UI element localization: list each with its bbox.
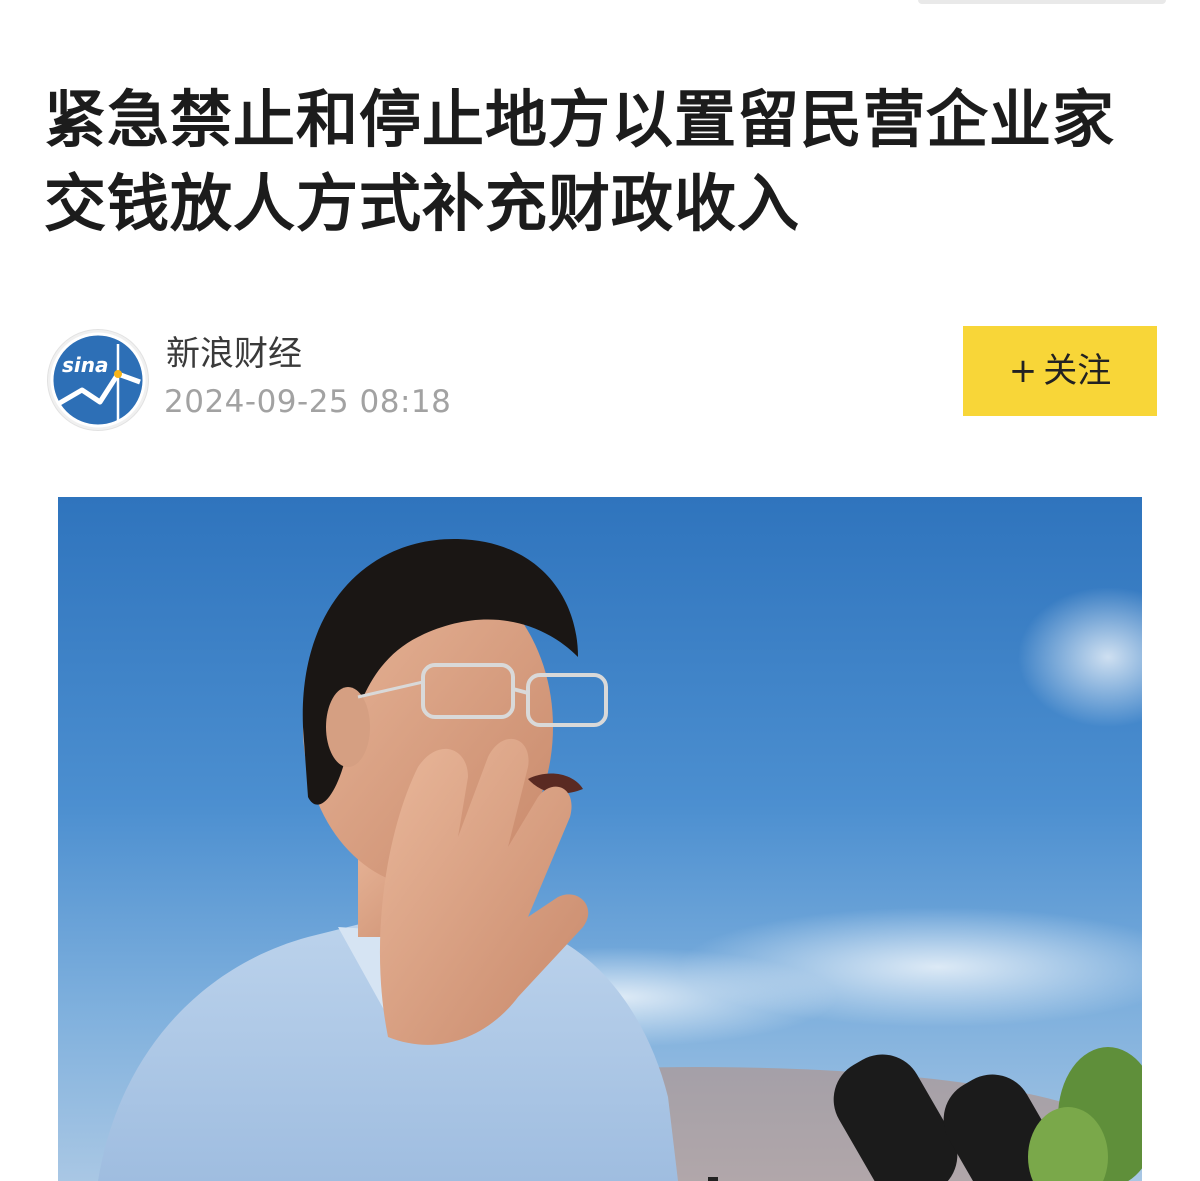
article-photo[interactable] <box>58 497 1142 1181</box>
article-page: 紧急禁止和停止地方以置留民营企业家交钱放人方式补充财政收入 sina 新浪财经 … <box>0 0 1200 1181</box>
follow-label: 关注 <box>1043 351 1112 391</box>
publish-time: 2024-09-25 08:18 <box>164 384 452 420</box>
top-bar-edge <box>918 0 1166 4</box>
follow-button[interactable]: + 关注 <box>963 326 1157 416</box>
article-title: 紧急禁止和停止地方以置留民营企业家交钱放人方式补充财政收入 <box>44 83 1116 240</box>
author-name[interactable]: 新浪财经 <box>166 332 302 376</box>
sina-finance-logo-icon[interactable]: sina <box>48 330 148 430</box>
sina-logo-text: sina <box>62 353 109 377</box>
plus-icon: + <box>1008 351 1038 391</box>
ear <box>326 687 370 767</box>
mic-stand <box>708 1177 718 1181</box>
author-row: sina 新浪财经 2024-09-25 08:18 + 关注 <box>48 326 1158 430</box>
